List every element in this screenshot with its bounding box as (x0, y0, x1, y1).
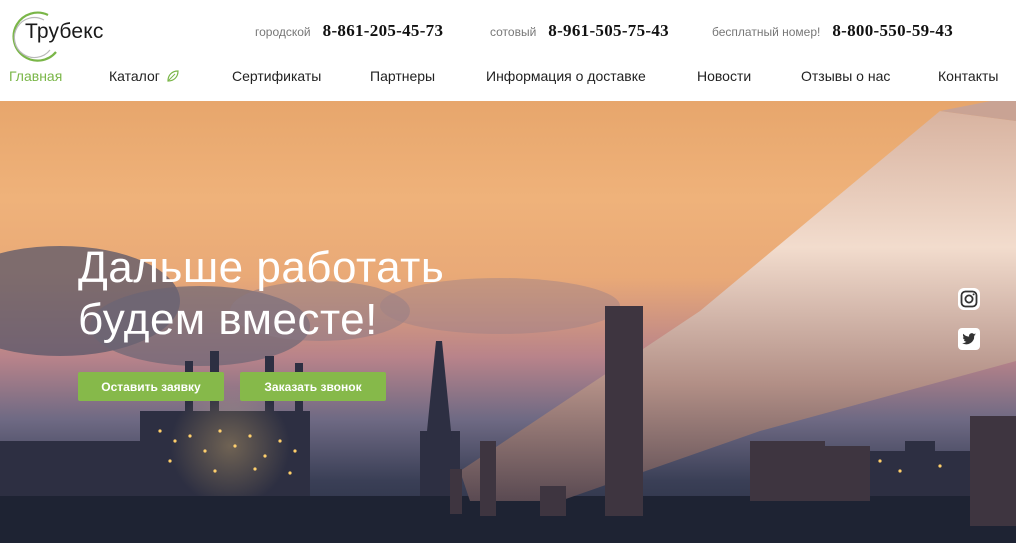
phone-label: городской (255, 25, 311, 39)
nav-item-catalog[interactable]: Каталог (109, 68, 180, 84)
hero-title-line-1: Дальше работать (78, 243, 445, 292)
nav-item-certificates[interactable]: Сертификаты (232, 68, 321, 84)
logo-text: Трубекс (25, 20, 104, 43)
nav-item-delivery[interactable]: Информация о доставке (486, 68, 646, 84)
leaf-icon (167, 70, 179, 82)
instagram-icon[interactable] (957, 287, 981, 311)
phone-number[interactable]: 8-861-205-45-73 (323, 21, 444, 41)
hero-title: Дальше работать будем вместе! (78, 242, 538, 346)
nav-item-reviews[interactable]: Отзывы о нас (801, 68, 890, 84)
twitter-icon[interactable] (957, 327, 981, 351)
hero-banner: Дальше работать будем вместе! Оставить з… (0, 101, 1016, 543)
submit-request-button[interactable]: Оставить заявку (78, 372, 224, 401)
nav-item-label: Каталог (109, 68, 160, 84)
nav-item-news[interactable]: Новости (697, 68, 751, 84)
nav-item-home[interactable]: Главная (9, 68, 62, 84)
phone-number[interactable]: 8-800-550-59-43 (832, 21, 953, 41)
logo[interactable]: Трубекс (10, 10, 110, 62)
phone-label: сотовый (490, 25, 537, 39)
phone-label: бесплатный номер! (712, 25, 821, 39)
phone-free: бесплатный номер! 8-800-550-59-43 (712, 21, 953, 41)
main-nav: Главная Каталог Сертификаты Партнеры Инф… (0, 68, 1016, 88)
nav-item-partners[interactable]: Партнеры (370, 68, 435, 84)
request-call-button[interactable]: Заказать звонок (240, 372, 386, 401)
site-header: Трубекс городской 8-861-205-45-73 сотовы… (0, 0, 1016, 100)
phone-city: городской 8-861-205-45-73 (255, 21, 443, 41)
phone-mobile: сотовый 8-961-505-75-43 (490, 21, 669, 41)
hero-title-line-2: будем вместе! (78, 295, 378, 344)
nav-item-contacts[interactable]: Контакты (938, 68, 998, 84)
phone-number[interactable]: 8-961-505-75-43 (548, 21, 669, 41)
